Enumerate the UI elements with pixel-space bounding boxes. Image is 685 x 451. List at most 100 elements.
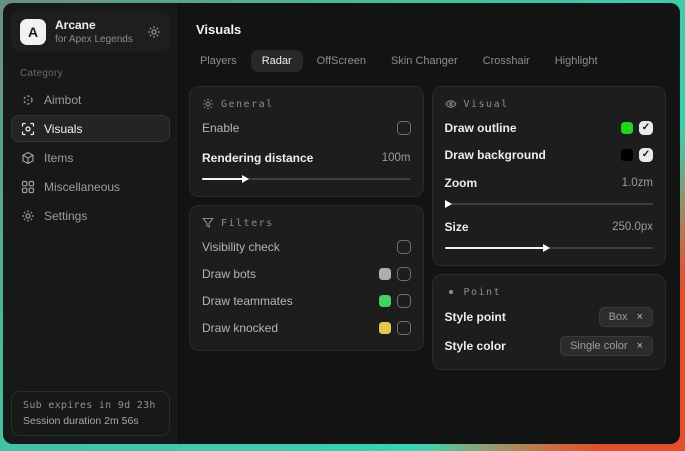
style-point-label: Style point (445, 310, 506, 324)
color-swatch[interactable] (379, 322, 391, 334)
draw-background-checkbox[interactable]: ✓ (639, 148, 653, 162)
draw-bots-label: Draw bots (202, 267, 256, 281)
color-swatch[interactable] (621, 149, 633, 161)
general-panel: General Enable Rendering distance 100m (189, 86, 424, 197)
style-color-chip[interactable]: Single color × (560, 336, 653, 356)
tab-radar[interactable]: Radar (251, 50, 303, 72)
slider-fill (202, 178, 244, 180)
style-point-chip[interactable]: Box × (599, 307, 653, 327)
slider-thumb[interactable] (242, 175, 249, 183)
sun-icon (202, 98, 214, 110)
slider-fill (445, 247, 545, 249)
zoom-label: Zoom (445, 176, 478, 190)
sidebar-item-settings[interactable]: Settings (11, 202, 170, 229)
sidebar-item-miscellaneous[interactable]: Miscellaneous (11, 173, 170, 200)
style-color-row: Style color Single color × (445, 336, 654, 356)
zoom-row: Zoom 1.0zm (445, 174, 654, 192)
draw-bots-checkbox[interactable] (397, 267, 411, 281)
zoom-value: 1.0zm (622, 177, 653, 189)
color-swatch[interactable] (379, 295, 391, 307)
eye-icon (445, 98, 457, 110)
size-slider[interactable] (445, 243, 654, 252)
color-swatch[interactable] (621, 122, 633, 134)
draw-bots-row: Draw bots (202, 265, 411, 283)
point-panel: Point Style point Box × Style color Sing… (432, 274, 667, 370)
logo-text: Arcane for Apex Legends (55, 18, 133, 45)
sidebar-item-label: Settings (44, 209, 87, 223)
app-subtitle: for Apex Legends (55, 34, 133, 45)
sidebar-item-label: Miscellaneous (44, 180, 120, 194)
tab-players[interactable]: Players (189, 50, 248, 72)
slider-track (445, 203, 654, 205)
gear-icon[interactable] (147, 25, 161, 39)
tab-skin-changer[interactable]: Skin Changer (380, 50, 469, 72)
point-panel-header: Point (445, 286, 654, 298)
draw-knocked-label: Draw knocked (202, 321, 278, 335)
sidebar-item-aimbot[interactable]: Aimbot (11, 86, 170, 113)
draw-outline-label: Draw outline (445, 121, 517, 135)
scan-eye-icon (21, 122, 35, 136)
draw-teammates-label: Draw teammates (202, 294, 293, 308)
sidebar: A Arcane for Apex Legends Category Aimbo… (3, 3, 179, 444)
filters-panel-header: Filters (202, 217, 411, 229)
sidebar-item-label: Items (44, 151, 73, 165)
draw-background-row: Draw background ✓ (445, 146, 654, 164)
draw-outline-row: Draw outline ✓ (445, 119, 654, 137)
draw-knocked-controls (379, 321, 411, 335)
chip-value: Single color (570, 340, 627, 352)
enable-checkbox[interactable] (397, 121, 411, 135)
draw-outline-checkbox[interactable]: ✓ (639, 121, 653, 135)
draw-knocked-checkbox[interactable] (397, 321, 411, 335)
draw-teammates-row: Draw teammates (202, 292, 411, 310)
zoom-slider[interactable] (445, 199, 654, 208)
tab-offscreen[interactable]: OffScreen (306, 50, 377, 72)
enable-row: Enable (202, 119, 411, 137)
rendering-distance-label: Rendering distance (202, 151, 313, 165)
draw-teammates-checkbox[interactable] (397, 294, 411, 308)
slider-thumb[interactable] (445, 200, 452, 208)
right-column: Visual Draw outline ✓ Draw background (432, 86, 667, 370)
chip-value: Box (609, 311, 628, 323)
style-color-label: Style color (445, 339, 506, 353)
logo-letter: A (28, 24, 38, 40)
draw-knocked-row: Draw knocked (202, 319, 411, 337)
visual-panel-header: Visual (445, 98, 654, 110)
crosshair-icon (21, 93, 35, 107)
app-logo: A (20, 19, 46, 45)
check-icon: ✓ (642, 123, 650, 133)
close-icon[interactable]: × (637, 340, 643, 352)
sidebar-item-label: Aimbot (44, 93, 81, 107)
draw-teammates-controls (379, 294, 411, 308)
size-row: Size 250.0px (445, 218, 654, 236)
visual-panel: Visual Draw outline ✓ Draw background (432, 86, 667, 266)
tab-highlight[interactable]: Highlight (544, 50, 609, 72)
close-icon[interactable]: × (637, 311, 643, 323)
tab-bar: Players Radar OffScreen Skin Changer Cro… (189, 50, 666, 72)
logo-card: A Arcane for Apex Legends (11, 11, 170, 52)
main-area: Visuals Players Radar OffScreen Skin Cha… (179, 3, 680, 444)
content-grid: General Enable Rendering distance 100m (189, 86, 666, 370)
rendering-distance-row: Rendering distance 100m (202, 149, 411, 167)
dot-icon (445, 286, 457, 298)
tab-crosshair[interactable]: Crosshair (472, 50, 541, 72)
visibility-check-checkbox[interactable] (397, 240, 411, 254)
left-column: General Enable Rendering distance 100m (189, 86, 424, 351)
gear-icon (21, 209, 35, 223)
filters-panel: Filters Visibility check Draw bots (189, 205, 424, 351)
panel-title: General (221, 99, 274, 110)
visibility-check-row: Visibility check (202, 238, 411, 256)
page-title: Visuals (196, 22, 666, 37)
rendering-distance-value: 100m (382, 152, 411, 164)
app-title: Arcane (55, 18, 133, 32)
draw-outline-controls: ✓ (621, 121, 653, 135)
sidebar-item-label: Visuals (44, 122, 82, 136)
draw-background-controls: ✓ (621, 148, 653, 162)
panel-title: Point (464, 287, 502, 298)
sub-expires-text: Sub expires in 9d 23h (23, 400, 158, 411)
color-swatch[interactable] (379, 268, 391, 280)
slider-thumb[interactable] (543, 244, 550, 252)
rendering-distance-slider[interactable] (202, 174, 411, 183)
sidebar-item-visuals[interactable]: Visuals (11, 115, 170, 142)
sidebar-item-items[interactable]: Items (11, 144, 170, 171)
visibility-check-label: Visibility check (202, 240, 280, 254)
